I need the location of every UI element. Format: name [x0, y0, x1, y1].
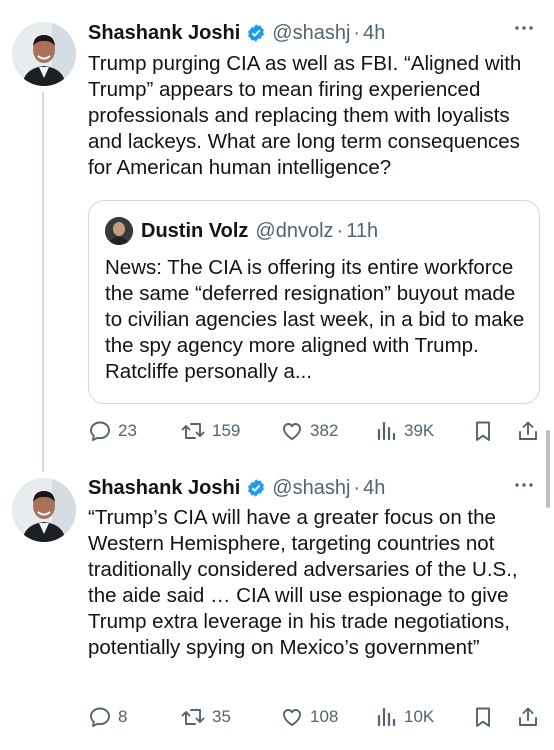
like-icon [283, 709, 301, 726]
share-button[interactable] [516, 702, 546, 732]
repost-count: 159 [212, 421, 241, 440]
share-button[interactable] [516, 416, 546, 446]
separator-dot: · [353, 476, 361, 499]
views-icon [377, 421, 396, 441]
reply-count: 23 [118, 421, 137, 440]
bookmark-icon [476, 707, 490, 727]
quoted-tweet-text: News: The CIA is offering its entire wor… [105, 256, 525, 383]
share-icon [519, 707, 537, 726]
tweet-actions: 23 159 382 39K [88, 416, 542, 446]
author-handle[interactable]: @shashj [272, 22, 350, 45]
tweet-header: Shashank Joshi @shashj · 4h [88, 20, 385, 46]
quoted-author-name: Dustin Volz [141, 219, 249, 242]
repost-count: 35 [212, 707, 231, 726]
repost-icon [181, 709, 205, 725]
tweet-text: “Trump’s CIA will have a greater focus o… [88, 506, 518, 659]
bookmark-button[interactable] [472, 416, 500, 446]
repost-icon [181, 423, 205, 439]
tweet-text: Trump purging CIA as well as FBI. “Align… [88, 52, 522, 179]
tweet-1[interactable]: Shashank Joshi @shashj · 4h Trump purgin… [0, 0, 554, 460]
views-button[interactable]: 10K [376, 702, 434, 732]
reply-count: 8 [118, 707, 128, 726]
quoted-tweet-header: Dustin Volz @dnvolz · 11h [105, 217, 378, 245]
like-count: 108 [310, 707, 339, 726]
like-button[interactable]: 382 [280, 416, 338, 446]
timestamp[interactable]: 4h [363, 477, 385, 500]
reply-icon [90, 707, 110, 727]
like-count: 382 [310, 421, 339, 440]
reply-button[interactable]: 23 [88, 416, 137, 446]
quoted-timestamp: 11h [346, 219, 379, 242]
repost-button[interactable]: 35 [180, 702, 231, 732]
separator-dot: · [336, 219, 344, 242]
quoted-tweet[interactable]: Dustin Volz @dnvolz · 11h News: The CIA … [88, 200, 540, 404]
tweet-2[interactable]: Shashank Joshi @shashj · 4h “Trump’s CIA… [0, 468, 554, 750]
quoted-author-handle: @dnvolz [255, 219, 334, 242]
more-icon[interactable] [512, 16, 536, 46]
scrollbar[interactable] [546, 430, 550, 508]
author-handle[interactable]: @shashj [272, 477, 350, 500]
tweet-actions: 8 35 108 10K [88, 702, 542, 732]
tweet-header: Shashank Joshi @shashj · 4h [88, 475, 385, 501]
repost-button[interactable]: 159 [180, 416, 240, 446]
author-avatar[interactable] [12, 22, 76, 86]
views-count: 10K [404, 707, 435, 726]
author-avatar[interactable] [12, 478, 76, 542]
verified-badge-icon [246, 478, 266, 498]
bookmark-icon [476, 421, 490, 441]
bookmark-button[interactable] [472, 702, 500, 732]
verified-badge-icon [246, 23, 266, 43]
timestamp[interactable]: 4h [363, 22, 385, 45]
quoted-author-avatar [105, 217, 133, 245]
author-name[interactable]: Shashank Joshi [88, 477, 240, 500]
like-button[interactable]: 108 [280, 702, 338, 732]
views-button[interactable]: 39K [376, 416, 434, 446]
like-icon [283, 423, 301, 440]
separator-dot: · [353, 21, 361, 44]
share-icon [519, 421, 537, 440]
reply-button[interactable]: 8 [88, 702, 127, 732]
author-name[interactable]: Shashank Joshi [88, 22, 240, 45]
views-icon [377, 707, 396, 727]
more-icon[interactable] [512, 473, 536, 503]
reply-icon [90, 421, 110, 441]
views-count: 39K [404, 421, 435, 440]
